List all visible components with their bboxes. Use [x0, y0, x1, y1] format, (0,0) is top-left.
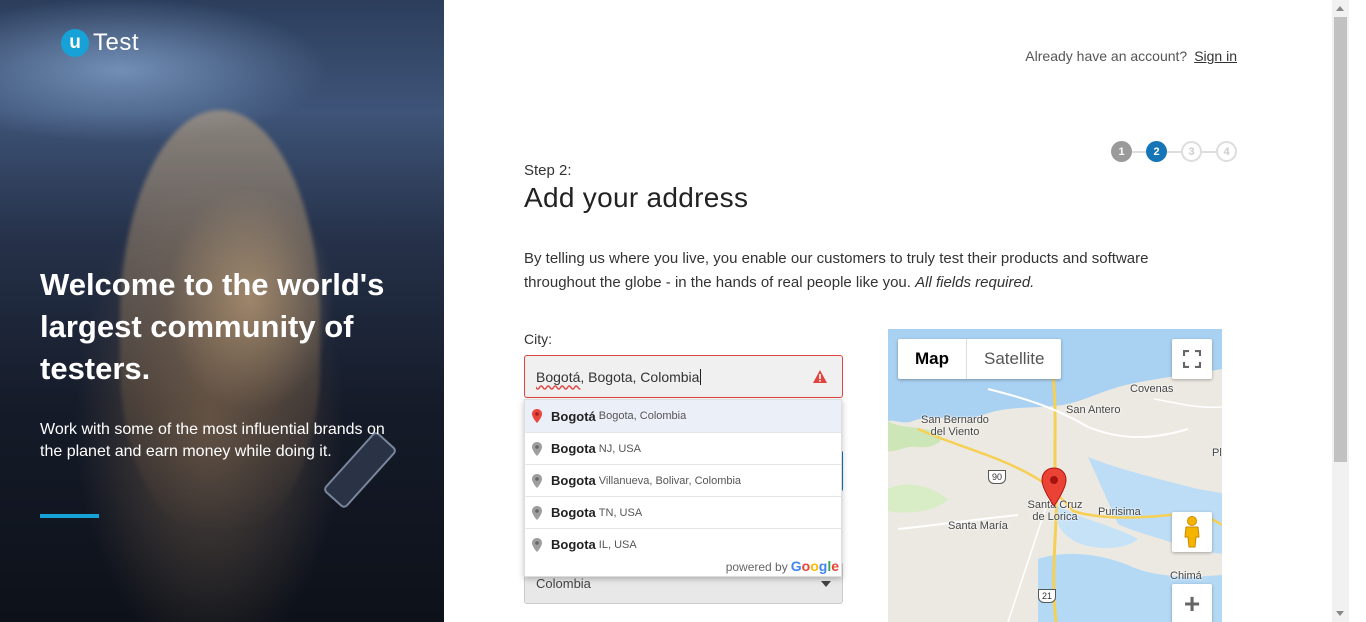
- autocomplete-item-secondary: NJ, USA: [598, 442, 641, 455]
- step-connector: [1132, 150, 1146, 153]
- fullscreen-icon: [1183, 350, 1201, 368]
- autocomplete-item-secondary: Bogota, Colombia: [598, 410, 687, 422]
- map-type-control: Map Satellite: [898, 339, 1062, 379]
- logo-text: Test: [93, 29, 140, 56]
- powered-by-google: powered by Google: [726, 558, 839, 574]
- google-logo: Google: [790, 558, 839, 574]
- sign-in-link[interactable]: Sign in: [1194, 48, 1237, 64]
- hero-accent-bar: [40, 514, 99, 518]
- autocomplete-item-main: Bogotá: [551, 408, 596, 424]
- autocomplete-item[interactable]: Bogota NJ, USA: [525, 432, 841, 464]
- autocomplete-item-main: Bogota: [551, 505, 596, 520]
- map-marker-icon[interactable]: [1041, 467, 1067, 507]
- step-connector: [1202, 150, 1216, 153]
- road-shield: 90: [988, 470, 1006, 484]
- map-place-label: Pl: [1212, 447, 1222, 459]
- step-3: 3: [1181, 141, 1202, 162]
- chevron-down-icon: [821, 581, 831, 587]
- text-caret: [700, 368, 702, 385]
- map-place-label: Purisima: [1098, 506, 1141, 518]
- map-type-map-button[interactable]: Map: [898, 339, 967, 379]
- street-view-pegman[interactable]: [1172, 512, 1212, 552]
- road-shield: 21: [1038, 589, 1056, 603]
- autocomplete-item-main: Bogota: [551, 473, 596, 488]
- pegman-icon: [1184, 516, 1200, 548]
- powered-by-text: powered by: [725, 560, 788, 574]
- city-input-rest: , Bogota, Colombia: [580, 368, 700, 385]
- logo-badge: u: [61, 29, 89, 57]
- step-connector: [1167, 150, 1181, 153]
- zoom-in-button[interactable]: +: [1172, 584, 1212, 622]
- warning-icon: [813, 370, 827, 383]
- map-place-label: San Antero: [1066, 404, 1121, 416]
- autocomplete-item[interactable]: Bogota Villanueva, Bolivar, Colombia: [525, 464, 841, 496]
- step-2: 2: [1146, 141, 1167, 162]
- autocomplete-item-secondary: IL, USA: [598, 538, 637, 551]
- map-place-label: Santa María: [948, 520, 1008, 532]
- page-scrollbar[interactable]: [1332, 0, 1349, 622]
- red-map-pin-icon: [532, 409, 542, 423]
- city-input[interactable]: Bogotá, Bogota, Colombia: [524, 355, 843, 398]
- autocomplete-item[interactable]: Bogota IL, USA: [525, 528, 841, 560]
- map-type-satellite-button[interactable]: Satellite: [967, 339, 1061, 379]
- country-select-value: Colombia: [536, 575, 591, 591]
- step-4: 4: [1216, 141, 1237, 162]
- map-pin-icon: [532, 505, 542, 520]
- step-1: 1: [1111, 141, 1132, 162]
- hero-subtitle: Work with some of the most influential b…: [40, 421, 385, 460]
- utest-logo[interactable]: u Test: [61, 29, 139, 57]
- intro-required-note: All fields required.: [915, 274, 1035, 291]
- city-autocomplete-dropdown: Bogotá Bogota, Colombia Bogota NJ, USA B…: [524, 399, 842, 577]
- map-place-label: Covenas: [1130, 383, 1174, 395]
- map-place-label: Chimá: [1170, 570, 1202, 582]
- city-input-misspelled-word: Bogotá: [536, 368, 581, 385]
- hero-title: Welcome to the world's largest community…: [40, 267, 385, 386]
- intro-text: By telling us where you live, you enable…: [524, 247, 1204, 295]
- autocomplete-item-secondary: Villanueva, Bolivar, Colombia: [598, 474, 742, 487]
- map-pin-icon: [532, 441, 542, 456]
- map-place-label: San Bernardo del Viento: [921, 414, 989, 438]
- fullscreen-button[interactable]: [1172, 339, 1212, 379]
- account-prompt-text: Already have an account?: [1025, 48, 1188, 64]
- city-label: City:: [524, 331, 552, 347]
- map-pin-icon: [532, 473, 542, 488]
- map-pin-icon: [532, 537, 542, 552]
- location-map[interactable]: Map Satellite Covenas San Antero San Ber…: [888, 329, 1222, 622]
- scroll-down-arrow-icon[interactable]: [1336, 611, 1344, 616]
- autocomplete-item[interactable]: Bogotá Bogota, Colombia: [525, 400, 841, 432]
- account-prompt: Already have an account? Sign in: [1025, 48, 1237, 64]
- plus-icon: +: [1183, 588, 1201, 619]
- scroll-thumb[interactable]: [1334, 17, 1347, 462]
- hero-panel: u Test Welcome to the world's largest co…: [0, 0, 444, 622]
- intro-body: By telling us where you live, you enable…: [524, 250, 1149, 291]
- step-label: Step 2:: [524, 162, 572, 179]
- page-title: Add your address: [524, 182, 749, 213]
- autocomplete-item-main: Bogota: [551, 537, 596, 552]
- step-indicator: 1 2 3 4: [1111, 141, 1237, 162]
- autocomplete-item-main: Bogota: [551, 441, 596, 456]
- autocomplete-item-secondary: TN, USA: [598, 506, 643, 519]
- scroll-up-arrow-icon[interactable]: [1336, 6, 1344, 11]
- autocomplete-item[interactable]: Bogota TN, USA: [525, 496, 841, 528]
